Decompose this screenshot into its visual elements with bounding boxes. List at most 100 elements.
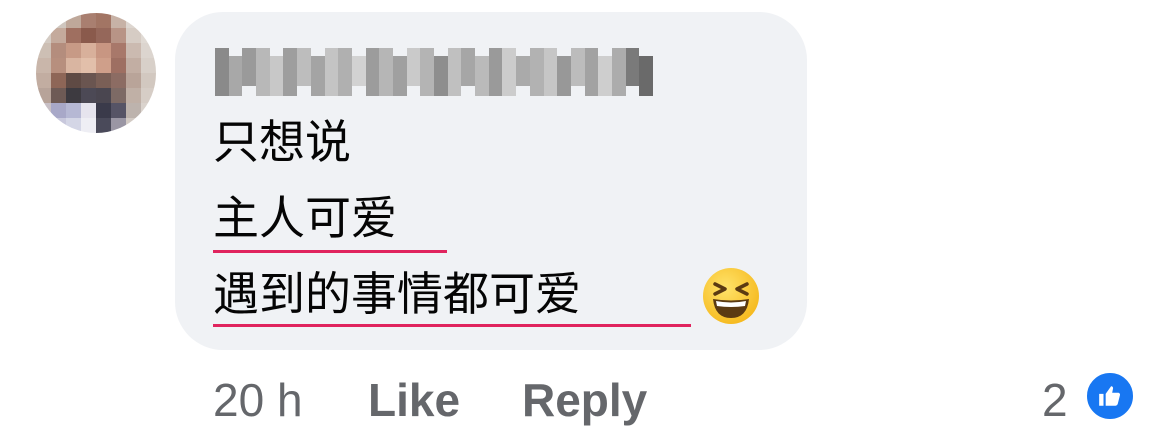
avatar-pixel [81,118,96,133]
avatar-pixel [126,73,141,88]
author-name-pixel [365,48,380,96]
avatar-pixel [66,88,81,103]
author-name-pixel [461,48,476,86]
author-name-pixel [434,56,448,96]
avatar-pixel [51,13,66,28]
author-name-pixel [447,48,462,96]
author-name-pixel [310,56,325,96]
avatar-pixel [141,118,156,133]
avatar-pixel [141,13,156,28]
avatar-pixel [126,58,141,73]
author-name-pixel [269,56,284,96]
avatar-pixel [66,43,81,58]
avatar-pixel [96,13,111,28]
avatar-pixel [66,13,81,28]
author-name-blurred[interactable] [215,48,653,96]
avatar-pixel [81,43,96,58]
author-name-pixel [529,48,544,96]
avatar-pixel [96,43,111,58]
author-name-pixel [338,48,352,96]
author-name-pixel [392,56,407,96]
avatar[interactable] [36,13,156,133]
avatar-pixel [66,73,81,88]
author-name-pixel [502,48,517,96]
avatar-pixel [111,28,126,43]
avatar-pixel [141,58,156,73]
avatar-pixel [51,73,66,88]
comment-bubble: 只想说 主人可爱 遇到的事情都可爱 [175,12,807,350]
author-name-pixel [406,48,421,86]
avatar-pixel [96,103,111,118]
avatar-pixel [111,73,126,88]
author-name-pixel [543,48,558,96]
avatar-pixel [81,103,96,118]
avatar-pixel [66,103,81,118]
author-name-pixel [475,56,489,96]
avatar-pixel [36,88,51,103]
avatar-pixel [81,73,96,88]
avatar-pixel [141,88,156,103]
reply-button[interactable]: Reply [522,370,647,430]
author-name-pixel [625,48,640,86]
avatar-pixel [51,58,66,73]
avatar-pixel [81,28,96,43]
timestamp[interactable]: 20 h [213,370,303,430]
avatar-pixel [36,13,51,28]
avatar-pixel [141,103,156,118]
comment-line-2: 主人可爱 [213,191,397,245]
avatar-pixel [36,43,51,58]
avatar-pixel [96,58,111,73]
avatar-pixel [36,28,51,43]
like-button[interactable]: Like [368,370,460,430]
author-name-pixel [598,56,612,96]
spellcheck-underline [213,324,691,327]
avatar-pixel [36,73,51,88]
spellcheck-underline [213,250,447,253]
comment-line-3: 遇到的事情都可爱 [213,267,581,321]
avatar-pixel [111,103,126,118]
avatar-pixel [111,88,126,103]
author-name-pixel [256,48,270,96]
avatar-pixel [51,118,66,133]
avatar-pixel [51,43,66,58]
author-name-pixel [557,56,571,96]
author-name-pixel [488,48,503,96]
avatar-pixel [111,118,126,133]
author-name-pixel [570,48,585,86]
author-name-pixel [324,48,339,96]
author-name-pixel [351,56,366,86]
avatar-pixel [141,73,156,88]
avatar-pixel [141,43,156,58]
avatar-pixel [96,118,111,133]
avatar-pixel [81,13,96,28]
author-name-pixel [379,48,393,96]
reaction-count[interactable]: 2 [1042,370,1068,430]
avatar-pixel [66,118,81,133]
avatar-pixel [81,88,96,103]
avatar-pixel [51,88,66,103]
thumbs-up-glyph [1099,386,1121,406]
avatar-pixel [111,43,126,58]
thumbs-up-icon[interactable] [1084,370,1136,422]
author-name-pixel [215,48,229,96]
avatar-pixel [51,103,66,118]
avatar-pixel [81,58,96,73]
avatar-pixel [141,28,156,43]
avatar-pixel [96,28,111,43]
avatar-pixel [36,103,51,118]
avatar-pixel [111,13,126,28]
avatar-pixel [126,28,141,43]
author-name-pixel [516,56,530,86]
avatar-pixel [66,28,81,43]
author-name-pixel [420,48,434,96]
grinning-squinting-face-icon [703,268,759,324]
avatar-pixel [96,73,111,88]
avatar-pixel [96,88,111,103]
avatar-pixel [126,118,141,133]
avatar-pixel [126,88,141,103]
author-name-pixel [584,48,599,96]
avatar-pixel [126,43,141,58]
avatar-pixel [66,58,81,73]
avatar-pixel [126,103,141,118]
author-name-pixel [228,56,243,96]
